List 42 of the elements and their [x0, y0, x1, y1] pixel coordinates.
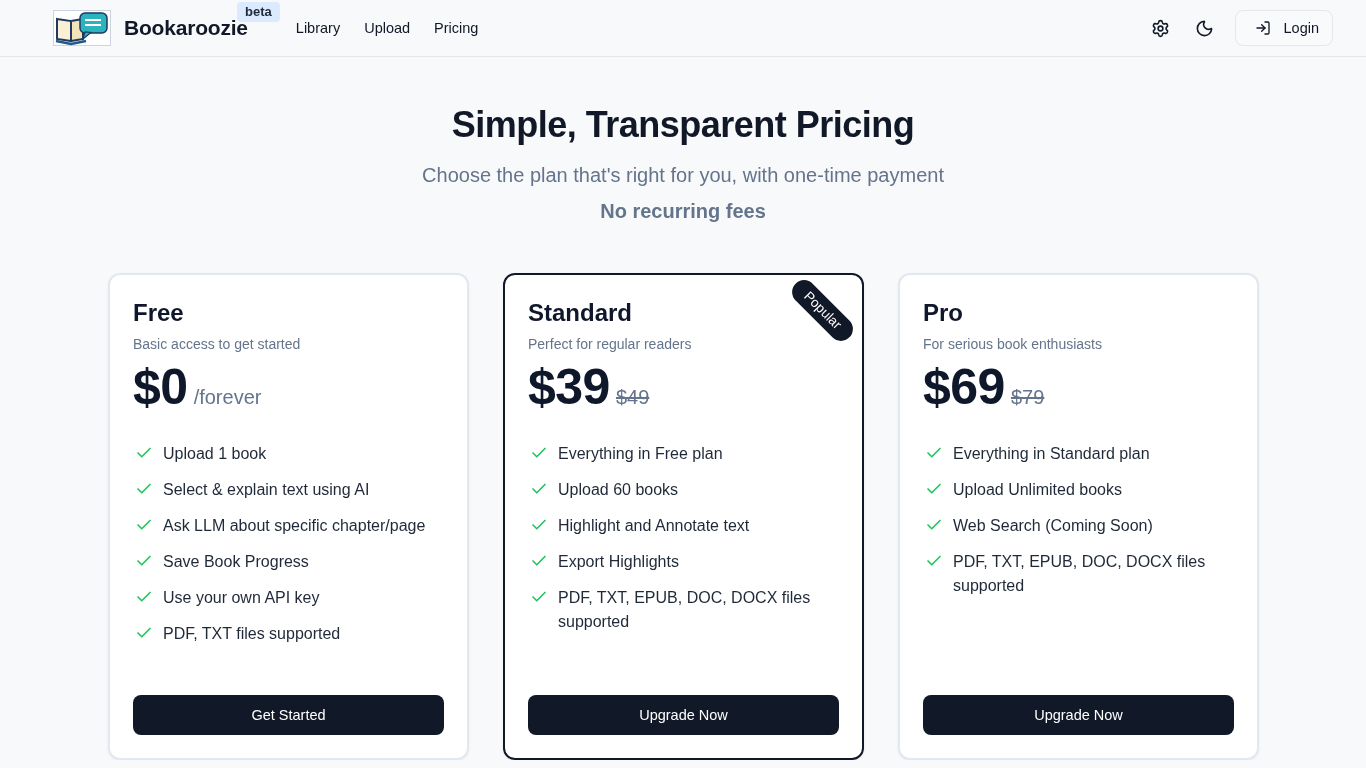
- nav-link[interactable]: Library: [295, 20, 341, 36]
- plan-description: For serious book enthusiasts: [923, 335, 1102, 354]
- plan-price: $39: [528, 358, 610, 416]
- beta-badge: beta: [237, 2, 280, 22]
- nav-link[interactable]: Upload: [364, 20, 411, 36]
- login-icon: [1254, 20, 1271, 36]
- feature-text: Upload 1 book: [163, 444, 267, 464]
- feature-text: Ask LLM about specific chapter/page: [163, 516, 426, 536]
- nav-link[interactable]: Pricing: [434, 20, 479, 36]
- feature-text: PDF, TXT, EPUB, DOC, DOCX files supported: [558, 588, 812, 632]
- feature-text: Everything in Standard plan: [953, 444, 1150, 464]
- plan-button[interactable]: Upgrade Now: [528, 695, 839, 735]
- page-title: Simple, Transparent Pricing: [451, 103, 915, 147]
- feature-text: Select & explain text using AI: [163, 480, 370, 500]
- plan-name: Standard: [528, 298, 632, 328]
- feature-text: Highlight and Annotate text: [558, 516, 750, 536]
- price-period: /forever: [193, 386, 262, 409]
- login-button[interactable]: Login: [1234, 10, 1333, 46]
- plan-price: $69: [923, 358, 1005, 416]
- settings-icon: [1151, 18, 1170, 38]
- plan-description: Basic access to get started: [133, 335, 301, 354]
- feature-text: Upload Unlimited books: [953, 480, 1122, 500]
- feature-text: Everything in Free plan: [558, 444, 723, 464]
- original-price: $79: [1010, 386, 1045, 409]
- plan-name: Free: [133, 298, 184, 328]
- moon-icon: [1195, 18, 1214, 38]
- feature-text: Upload 60 books: [558, 480, 679, 500]
- original-price: $49: [615, 386, 650, 409]
- plan-button[interactable]: Upgrade Now: [923, 695, 1234, 735]
- feature-text: PDF, TXT, EPUB, DOC, DOCX files supported: [953, 552, 1207, 596]
- pricing-note: No recurring fees: [600, 199, 766, 224]
- feature-text: Save Book Progress: [163, 552, 309, 572]
- page-subtitle: Choose the plan that's right for you, with one-time payment: [422, 163, 944, 188]
- book-speech-bubble-logo: [53, 10, 111, 46]
- plan-description: Perfect for regular readers: [528, 335, 692, 354]
- plan-price: $0: [133, 358, 188, 416]
- plan-name: Pro: [923, 298, 963, 328]
- feature-text: PDF, TXT files supported: [163, 624, 341, 644]
- feature-text: Export Highlights: [558, 552, 679, 572]
- plan-button[interactable]: Get Started: [133, 695, 444, 735]
- feature-text: Web Search (Coming Soon): [953, 516, 1153, 536]
- feature-text: Use your own API key: [163, 588, 320, 608]
